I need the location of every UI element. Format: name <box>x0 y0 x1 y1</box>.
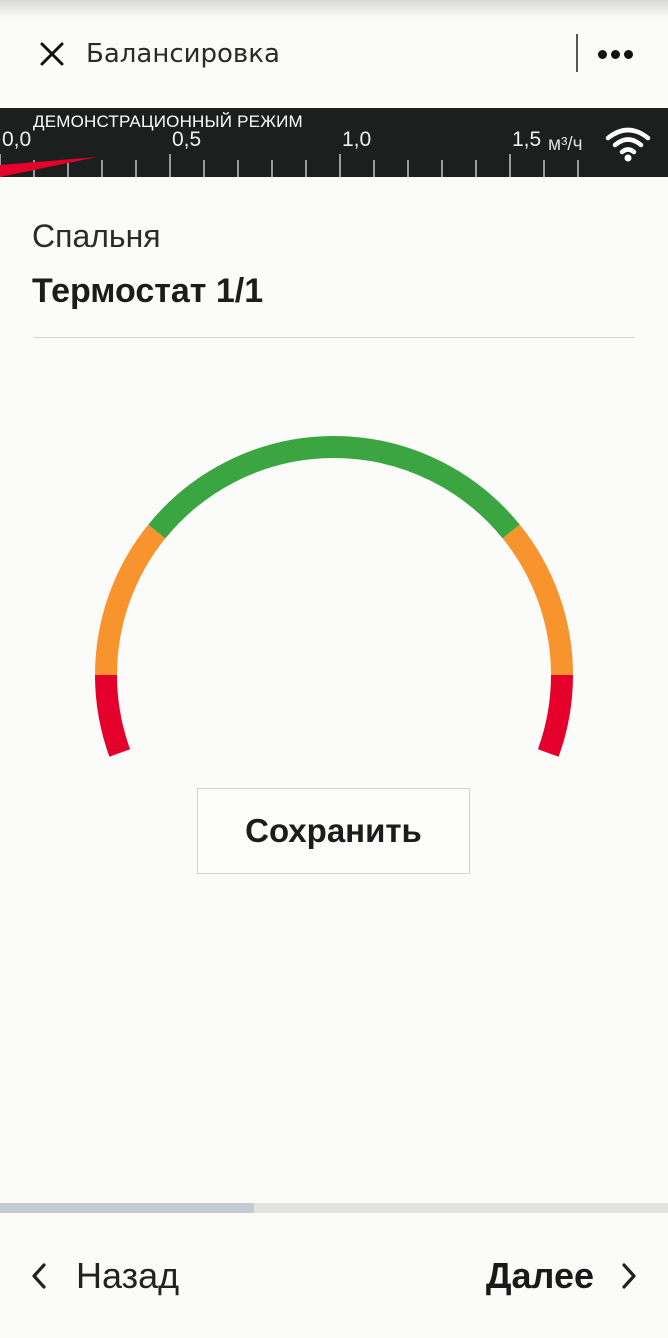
wizard-progress-bar <box>0 1203 668 1213</box>
flow-unit-label: м³/ч <box>548 134 583 155</box>
flow-tick-label: 0,0 <box>2 128 32 151</box>
gauge-segment-high-red <box>537 674 573 757</box>
wizard-progress-fill <box>0 1203 254 1213</box>
flow-tick-label: 1,5 <box>512 128 542 151</box>
app-header: Балансировка <box>0 18 668 108</box>
close-button[interactable] <box>32 34 72 74</box>
demo-mode-label: ДЕМОНСТРАЦИОННЫЙ РЕЖИМ <box>33 112 303 131</box>
wifi-icon <box>605 127 651 162</box>
more-dots-icon <box>597 49 607 59</box>
room-name: Спальня <box>32 218 161 254</box>
balance-gauge <box>95 436 573 757</box>
next-button[interactable]: Далее <box>486 1251 640 1301</box>
section-divider <box>33 337 635 338</box>
flow-tick-label: 1,0 <box>342 128 372 151</box>
next-label: Далее <box>485 1255 594 1296</box>
device-name: Термостат 1/1 <box>32 272 264 310</box>
flow-tick-label: 0,5 <box>172 128 202 151</box>
footer-nav: Назад Далее <box>0 1213 668 1338</box>
save-button[interactable]: Сохранить <box>197 788 470 874</box>
status-bar-shade <box>0 0 668 18</box>
more-options-button[interactable] <box>590 34 640 74</box>
gauge-segment-low-orange <box>95 524 166 676</box>
back-label: Назад <box>76 1255 180 1296</box>
chevron-left-icon <box>32 1263 46 1289</box>
back-button[interactable]: Назад <box>28 1251 179 1301</box>
gauge-segment-low-red <box>95 674 131 757</box>
gauge-segment-green <box>148 436 520 539</box>
chevron-right-icon <box>622 1263 636 1289</box>
flow-indicator-bar: ДЕМОНСТРАЦИОННЫЙ РЕЖИМ 0,0 0,5 1,0 1,5 м… <box>0 108 668 177</box>
header-divider <box>576 34 578 72</box>
page-title: Балансировка <box>86 39 280 69</box>
close-icon <box>40 42 64 66</box>
gauge-segment-high-orange <box>502 524 573 676</box>
